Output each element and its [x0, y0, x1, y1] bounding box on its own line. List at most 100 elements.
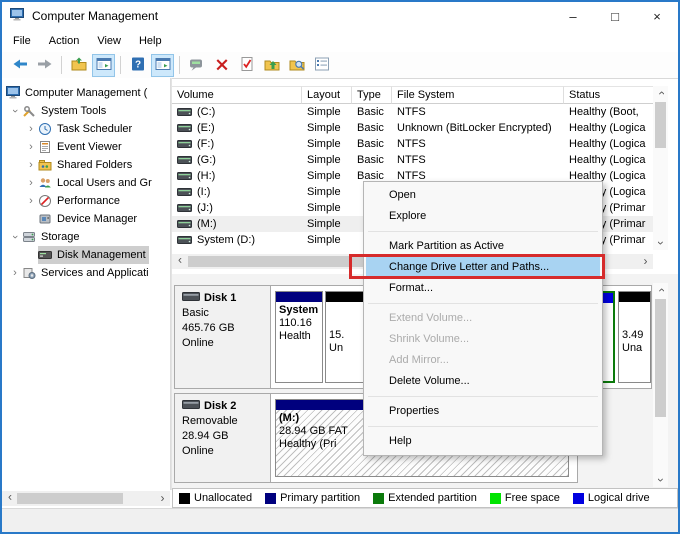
menu-action[interactable]: Action — [40, 32, 89, 50]
legend-item: Free space — [490, 492, 560, 504]
scroll-up-icon[interactable] — [653, 283, 668, 297]
properties-list-button[interactable] — [310, 54, 333, 77]
folders-icon — [38, 158, 54, 172]
tree-hscrollbar[interactable] — [2, 491, 170, 506]
partition-unallocated[interactable]: 3.49Una — [618, 291, 651, 383]
volume-name-cell: (G:) — [172, 154, 302, 166]
legend-label: Logical drive — [588, 492, 650, 504]
folder-up-button[interactable] — [260, 54, 283, 77]
status-cell: Healthy (Boot, — [564, 106, 654, 118]
sidebar-item-disk-management[interactable]: Disk Management — [2, 246, 170, 264]
volume-name-cell: (J:) — [172, 202, 302, 214]
scrollbar-thumb[interactable] — [655, 299, 666, 417]
context-menu-item-delete-volume[interactable]: Delete Volume... — [366, 371, 600, 392]
scroll-up-icon[interactable] — [653, 86, 668, 100]
console-tree-panel: Computer Management (System ToolsTask Sc… — [2, 78, 171, 490]
layout-cell: Simple — [302, 154, 352, 166]
drive-icon — [177, 220, 192, 228]
close-button[interactable]: × — [636, 2, 678, 30]
chevron-closed-icon[interactable] — [24, 141, 38, 153]
maximize-button[interactable]: □ — [594, 2, 636, 30]
chevron-open-icon[interactable] — [8, 231, 22, 243]
disk-info-panel[interactable]: Disk 1Basic465.76 GBOnline — [175, 286, 271, 388]
sidebar-item-label: Shared Folders — [57, 159, 132, 171]
forward-arrow-button[interactable] — [33, 54, 56, 77]
disk-info-panel[interactable]: Disk 2Removable28.94 GBOnline — [175, 394, 271, 482]
scroll-left-icon[interactable] — [172, 254, 187, 268]
help-button[interactable]: ? — [126, 54, 149, 77]
volume-name-cell: (F:) — [172, 138, 302, 150]
column-header-status[interactable]: Status — [564, 86, 654, 104]
sidebar-item-label: Local Users and Gr — [57, 177, 152, 189]
export-list-button[interactable] — [67, 54, 90, 77]
column-header-layout[interactable]: Layout — [302, 86, 352, 104]
chevron-closed-icon[interactable] — [24, 123, 38, 135]
status-cell: Healthy (Logica — [564, 138, 654, 150]
sidebar-item-device-manager[interactable]: Device Manager — [2, 210, 170, 228]
minimize-button[interactable]: – — [552, 2, 594, 30]
users-icon — [38, 176, 54, 190]
graph-pane-vscrollbar[interactable] — [653, 283, 668, 487]
column-header-type[interactable]: Type — [352, 86, 392, 104]
scrollbar-thumb[interactable] — [17, 493, 123, 504]
menu-file[interactable]: File — [4, 32, 40, 50]
context-menu-item-explore[interactable]: Explore — [366, 206, 600, 227]
legend-color-swatch — [265, 493, 276, 504]
chevron-closed-icon[interactable] — [24, 195, 38, 207]
partition-color-bar — [619, 292, 650, 302]
scrollbar-thumb[interactable] — [655, 102, 666, 148]
console-tree-button[interactable] — [92, 54, 115, 77]
sidebar-item-storage[interactable]: Storage — [2, 228, 170, 246]
popup-window-button[interactable] — [185, 54, 208, 77]
volume-row-c[interactable]: (C:) Simple Basic NTFS Healthy (Boot, — [172, 104, 654, 120]
scroll-down-icon[interactable] — [653, 236, 668, 250]
scheduler-icon — [38, 122, 54, 136]
sidebar-item-label: Device Manager — [57, 213, 137, 225]
console-window-button[interactable] — [151, 54, 174, 77]
check-document-button[interactable] — [235, 54, 258, 77]
volume-list-header: VolumeLayoutTypeFile SystemStatus — [172, 86, 654, 104]
sidebar-item-services-and-applicati[interactable]: Services and Applicati — [2, 264, 170, 282]
column-header-volume[interactable]: Volume — [172, 86, 302, 104]
sidebar-item-shared-folders[interactable]: Shared Folders — [2, 156, 170, 174]
close-icon: × — [653, 9, 661, 24]
services-icon — [22, 266, 38, 280]
volume-row-e[interactable]: (E:) Simple Basic Unknown (BitLocker Enc… — [172, 120, 654, 136]
chevron-closed-icon[interactable] — [24, 159, 38, 171]
scroll-right-icon[interactable] — [638, 254, 653, 268]
partition-primary[interactable]: System110.16Health — [275, 291, 323, 383]
menu-help[interactable]: Help — [130, 32, 171, 50]
sidebar-item-system-tools[interactable]: System Tools — [2, 102, 170, 120]
scroll-right-icon[interactable] — [155, 491, 170, 505]
folder-find-button[interactable] — [285, 54, 308, 77]
column-header-file-system[interactable]: File System — [392, 86, 564, 104]
chevron-closed-icon[interactable] — [8, 267, 22, 279]
back-arrow-button[interactable] — [8, 54, 31, 77]
chevron-closed-icon[interactable] — [24, 177, 38, 189]
chevron-open-icon[interactable] — [8, 105, 22, 117]
folder-up-icon — [263, 56, 281, 75]
context-menu-item-format[interactable]: Format... — [366, 278, 600, 299]
sidebar-item-performance[interactable]: Performance — [2, 192, 170, 210]
sidebar-item-task-scheduler[interactable]: Task Scheduler — [2, 120, 170, 138]
disk-info-line: 465.76 GB — [182, 321, 270, 336]
menu-view[interactable]: View — [88, 32, 130, 50]
scroll-left-icon[interactable] — [2, 491, 17, 505]
sidebar-item-event-viewer[interactable]: Event Viewer — [2, 138, 170, 156]
partition-legend: UnallocatedPrimary partitionExtended par… — [172, 488, 678, 508]
partition-label-line: System — [279, 304, 322, 317]
status-cell: Healthy (Logica — [564, 154, 654, 166]
sidebar-item-computer-management[interactable]: Computer Management ( — [2, 84, 170, 102]
volume-row-f[interactable]: (F:) Simple Basic NTFS Healthy (Logica — [172, 136, 654, 152]
sidebar-item-local-users-and-gr[interactable]: Local Users and Gr — [2, 174, 170, 192]
context-menu-item-properties[interactable]: Properties — [366, 401, 600, 422]
context-menu-item-help[interactable]: Help — [366, 431, 600, 452]
toolbar: ? — [2, 52, 678, 79]
layout-cell: Simple — [302, 202, 352, 214]
context-menu-item-open[interactable]: Open — [366, 185, 600, 206]
volume-list-vscrollbar[interactable] — [653, 86, 668, 250]
sidebar-item-label: Disk Management — [57, 249, 146, 261]
delete-button[interactable] — [210, 54, 233, 77]
scroll-down-icon[interactable] — [653, 473, 668, 487]
volume-row-g[interactable]: (G:) Simple Basic NTFS Healthy (Logica — [172, 152, 654, 168]
